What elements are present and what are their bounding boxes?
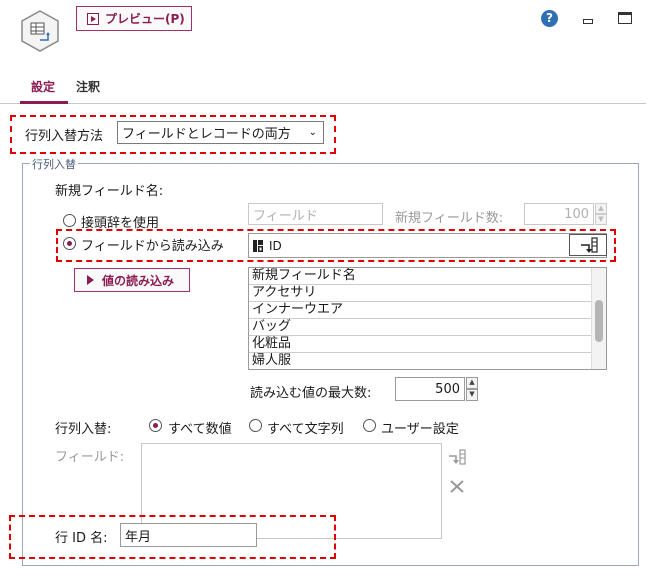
delete-icon[interactable]	[449, 478, 465, 494]
new-field-count-label: 新規フィールド数:	[395, 211, 504, 226]
count-up-icon[interactable]: ▲	[595, 203, 607, 214]
list-item[interactable]: 新規フィールド名	[249, 268, 606, 285]
all-numeric-label: すべて数値	[168, 422, 232, 437]
read-from-field-radio[interactable]	[63, 237, 76, 250]
new-field-count-input[interactable]: 100	[524, 203, 594, 225]
read-values-button[interactable]: 値の読み込み	[74, 268, 190, 292]
field-type-icon	[253, 239, 263, 252]
minimize-icon[interactable]	[583, 19, 593, 24]
play-icon	[87, 12, 99, 25]
group-title: 行列入替	[30, 156, 78, 172]
fields-label: フィールド:	[55, 450, 125, 465]
list-item[interactable]: 化粧品	[249, 336, 606, 353]
max-values-label: 読み込む値の最大数:	[250, 386, 372, 401]
list-item[interactable]: 婦人服	[249, 353, 606, 369]
transpose-node-icon	[20, 10, 60, 52]
transpose-type-label: 行列入替:	[55, 422, 112, 437]
read-values-button-label: 値の読み込み	[102, 273, 175, 288]
transpose-method-select[interactable]: フィールドとレコードの両方 ⌄	[117, 121, 324, 144]
tab-divider	[0, 103, 646, 104]
tab-annotations[interactable]: 注釈	[76, 78, 100, 95]
field-picker-button[interactable]	[569, 234, 607, 256]
prefix-input[interactable]: フィールド	[248, 203, 383, 225]
new-field-names-label: 新規フィールド名:	[55, 184, 164, 199]
use-prefix-radio[interactable]	[63, 214, 76, 227]
play-icon	[87, 275, 94, 285]
preview-button[interactable]: プレビュー(P)	[76, 6, 192, 31]
max-values-input[interactable]: 500	[395, 377, 465, 401]
max-down-icon[interactable]: ▼	[466, 389, 478, 401]
max-values-value: 500	[435, 381, 460, 397]
custom-label: ユーザー設定	[381, 422, 459, 437]
custom-radio[interactable]	[363, 419, 376, 432]
list-item[interactable]: アクセサリ	[249, 285, 606, 302]
values-list[interactable]: 新規フィールド名 アクセサリ インナーウエア バッグ 化粧品 婦人服 雑貨	[248, 267, 607, 370]
preview-button-label: プレビュー(P)	[105, 12, 185, 26]
row-id-value: 年月	[125, 529, 152, 545]
read-from-field-label: フィールドから読み込み	[81, 239, 224, 254]
new-field-count-value: 100	[564, 206, 589, 222]
list-scroll-thumb[interactable]	[595, 300, 603, 342]
field-picker-icon	[581, 237, 598, 253]
all-string-radio[interactable]	[249, 419, 262, 432]
all-string-label: すべて文字列	[267, 422, 344, 437]
transpose-method-value: フィールドとレコードの両方	[122, 127, 291, 142]
read-field-input[interactable]: ID	[248, 233, 607, 258]
row-id-label: 行 ID 名:	[55, 531, 108, 546]
tab-settings[interactable]: 設定	[31, 78, 55, 95]
chevron-down-icon: ⌄	[308, 127, 317, 138]
transpose-method-label: 行列入替方法	[25, 129, 104, 144]
help-icon[interactable]: ?	[541, 10, 558, 27]
active-tab-indicator	[20, 101, 68, 104]
count-down-icon[interactable]: ▼	[595, 214, 607, 225]
all-numeric-radio[interactable]	[149, 419, 162, 432]
read-field-value: ID	[269, 238, 282, 253]
maximize-icon[interactable]	[618, 12, 632, 24]
prefix-placeholder: フィールド	[253, 208, 318, 224]
list-item[interactable]: インナーウエア	[249, 302, 606, 319]
row-id-input[interactable]: 年月	[120, 523, 257, 547]
field-picker-icon[interactable]	[447, 448, 467, 468]
list-scrollbar[interactable]	[591, 268, 606, 369]
max-up-icon[interactable]: ▲	[466, 377, 478, 389]
list-item[interactable]: バッグ	[249, 319, 606, 336]
